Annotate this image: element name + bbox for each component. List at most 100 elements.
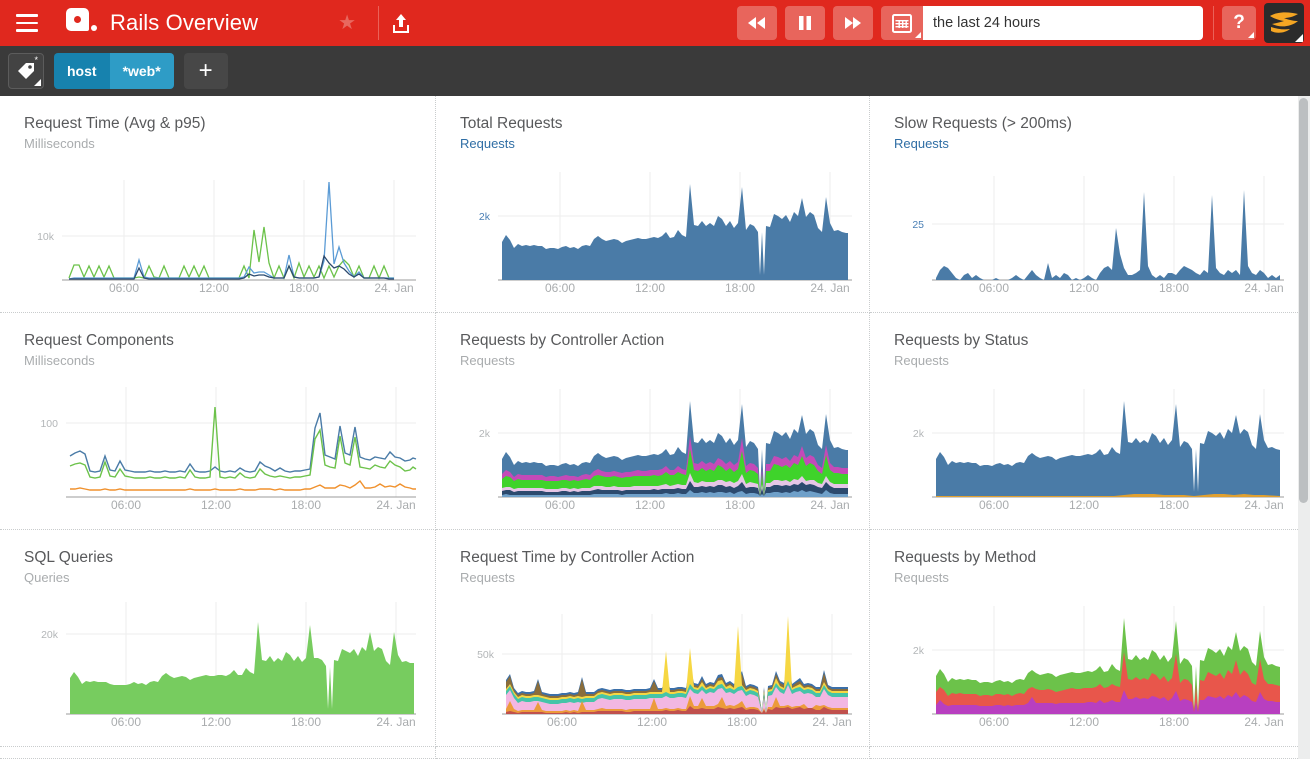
svg-text:12:00: 12:00 [201, 715, 231, 726]
svg-text:2k: 2k [913, 645, 925, 657]
scrollbar-thumb[interactable] [1299, 98, 1308, 503]
svg-text:12:00: 12:00 [1069, 281, 1099, 292]
panel-title: Slow Requests (> 200ms) [894, 115, 1072, 132]
chart-svg: 2k 0 06:00 12:00 18:00 [913, 388, 1284, 509]
tag-icon-badge: * [34, 55, 38, 65]
chart-request-time-by-controller-action: 50k 06:00 12:00 18:00 24. Jan [460, 596, 853, 726]
svg-text:18:00: 18:00 [725, 498, 755, 509]
svg-text:24. Jan: 24. Jan [1244, 498, 1283, 509]
panel-title: Request Time (Avg & p95) [24, 115, 206, 132]
panel-requests-by-method[interactable]: Requests by Method Requests 2k 06:00 12:… [870, 530, 1302, 747]
share-upload-icon[interactable] [379, 0, 423, 46]
panel-next-row-partial[interactable] [0, 747, 436, 759]
panel-subtitle: Queries [24, 570, 70, 586]
panel-subtitle: Requests [894, 136, 949, 152]
panel-request-components[interactable]: Request Components Milliseconds 100 06:0… [0, 313, 436, 530]
panel-request-time[interactable]: Request Time (Avg & p95) Milliseconds 10… [0, 96, 436, 313]
panel-title: Total Requests [460, 115, 563, 132]
svg-text:12:00: 12:00 [199, 281, 229, 292]
panel-request-time-by-controller-action[interactable]: Request Time by Controller Action Reques… [436, 530, 870, 747]
help-button[interactable]: ? [1222, 6, 1256, 40]
svg-text:24. Jan: 24. Jan [812, 715, 851, 726]
svg-text:25: 25 [912, 219, 924, 231]
time-range-control [881, 6, 1203, 40]
panel-requests-by-status[interactable]: Requests by Status Requests 2k 06:00 12:… [870, 313, 1302, 530]
fast-forward-button[interactable] [833, 6, 873, 40]
tag-filter-pill: host *web* [54, 53, 174, 89]
vertical-scrollbar[interactable] [1299, 98, 1308, 757]
chart-svg: 2k 0 06:00 12:00 18:00 24 [479, 171, 852, 292]
svg-text:24. Jan: 24. Jan [810, 498, 849, 509]
panel-subtitle: Requests [894, 570, 949, 586]
svg-text:24. Jan: 24. Jan [810, 281, 849, 292]
tag-value[interactable]: *web* [109, 53, 174, 89]
chart-total-requests: 2k 0 06:00 12:00 18:00 24 [460, 162, 853, 292]
svg-text:06:00: 06:00 [545, 281, 575, 292]
svg-text:06:00: 06:00 [109, 281, 139, 292]
svg-text:18:00: 18:00 [727, 715, 757, 726]
panel-subtitle: Requests [460, 136, 515, 152]
dashboard-row: SQL Queries Queries 20k 06:00 12:00 18:0… [0, 530, 1302, 747]
pause-button[interactable] [785, 6, 825, 40]
chart-sql-queries: 20k 0 06:00 12:00 18:00 2 [24, 596, 419, 726]
chart-slow-requests: 25 0 06:00 12:00 18:00 24 [894, 162, 1285, 292]
svg-text:10k: 10k [37, 231, 55, 243]
svg-text:12:00: 12:00 [1069, 498, 1099, 509]
chart-requests-by-status: 2k 0 06:00 12:00 18:00 [894, 379, 1285, 509]
svg-text:06:00: 06:00 [979, 715, 1009, 726]
svg-text:24. Jan: 24. Jan [374, 281, 413, 292]
add-tag-button[interactable]: + [183, 53, 228, 89]
tag-key[interactable]: host [54, 53, 110, 89]
svg-text:2k: 2k [479, 428, 491, 440]
svg-text:06:00: 06:00 [111, 498, 141, 509]
svg-text:06:00: 06:00 [545, 498, 575, 509]
svg-text:2k: 2k [913, 428, 925, 440]
chart-svg: 2k 06:00 12:00 18:00 24. Jan [479, 388, 852, 509]
flame-logo-icon[interactable] [1264, 3, 1304, 43]
panel-next-row-partial[interactable] [870, 747, 1302, 759]
header-divider-2 [1213, 6, 1214, 40]
panel-subtitle: Requests [460, 570, 515, 586]
rewind-button[interactable] [737, 6, 777, 40]
svg-text:12:00: 12:00 [635, 498, 665, 509]
panel-subtitle: Milliseconds [24, 353, 95, 369]
chart-request-components: 100 0 06:00 12:00 [24, 379, 419, 509]
chart-svg: 25 0 06:00 12:00 18:00 24 [912, 175, 1284, 292]
panel-subtitle: Requests [894, 353, 949, 369]
menu-hamburger-icon[interactable] [4, 0, 50, 46]
panel-sql-queries[interactable]: SQL Queries Queries 20k 06:00 12:00 18:0… [0, 530, 436, 747]
svg-text:18:00: 18:00 [289, 281, 319, 292]
panel-requests-by-controller-action[interactable]: Requests by Controller Action Requests 2… [436, 313, 870, 530]
tag-filter-bar: * host *web* + [0, 46, 1310, 96]
chart-requests-by-controller-action: 2k 06:00 12:00 18:00 24. Jan [460, 379, 853, 509]
svg-text:24. Jan: 24. Jan [376, 498, 415, 509]
chart-svg: 100 0 06:00 12:00 [40, 386, 417, 509]
time-range-input[interactable] [923, 6, 1203, 40]
calendar-icon[interactable] [881, 6, 923, 40]
panel-next-row-partial[interactable] [436, 747, 870, 759]
star-icon[interactable]: ★ [338, 13, 356, 33]
svg-text:100: 100 [40, 418, 58, 430]
svg-text:06:00: 06:00 [979, 498, 1009, 509]
app-root: Rails Overview ★ the last 24 hours ? * h… [0, 0, 1310, 759]
dashboard-row: Request Components Milliseconds 100 06:0… [0, 313, 1302, 530]
svg-text:2k: 2k [479, 211, 491, 223]
chart-request-time: 10k 0 06:00 12:00 [24, 162, 419, 292]
svg-text:20k: 20k [41, 629, 59, 641]
panel-title: SQL Queries [24, 549, 114, 566]
chart-svg: 20k 0 06:00 12:00 18:00 2 [41, 601, 416, 726]
svg-text:24. Jan: 24. Jan [1244, 281, 1283, 292]
tag-icon[interactable]: * [8, 53, 44, 89]
svg-text:12:00: 12:00 [635, 281, 665, 292]
dashboard-grid: Request Time (Avg & p95) Milliseconds 10… [0, 96, 1310, 759]
panel-total-requests[interactable]: Total Requests Requests 2k 06:00 12:00 1… [436, 96, 870, 313]
datadog-logo-icon[interactable] [66, 8, 97, 38]
chart-svg: 2k 0 06:00 12:00 [913, 605, 1284, 726]
dashboard-row [0, 747, 1302, 759]
panel-title: Requests by Controller Action [460, 332, 665, 349]
svg-text:18:00: 18:00 [1159, 715, 1189, 726]
panel-slow-requests[interactable]: Slow Requests (> 200ms) Requests 25 06:0… [870, 96, 1302, 313]
svg-text:06:00: 06:00 [979, 281, 1009, 292]
panel-subtitle: Milliseconds [24, 136, 95, 152]
svg-text:24. Jan: 24. Jan [376, 715, 415, 726]
